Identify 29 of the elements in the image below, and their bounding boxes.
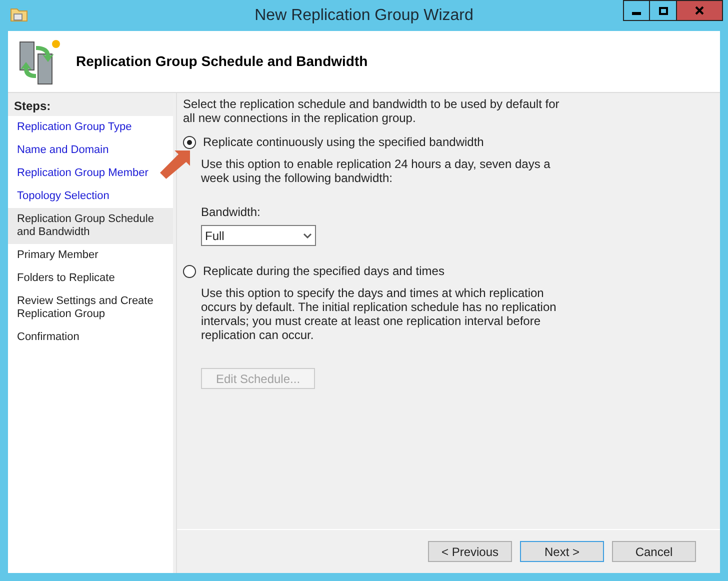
step-item: Replication Group Schedule and Bandwidth <box>8 208 173 244</box>
bandwidth-dropdown[interactable]: Full <box>201 225 316 246</box>
steps-heading: Steps: <box>8 93 173 116</box>
radio-button[interactable] <box>183 136 196 148</box>
step-item: Primary Member <box>16 248 100 263</box>
step-item: Confirmation <box>16 330 80 345</box>
step-item[interactable]: Topology Selection <box>8 185 112 208</box>
step-item[interactable]: Name and Domain <box>8 139 111 162</box>
intro-text: Select the replication schedule and bandwidth to be used by default for all new connections in the replication group. <box>183 97 560 125</box>
step-item[interactable]: Replication Group Member <box>8 162 150 185</box>
close-button[interactable] <box>677 0 723 21</box>
bandwidth-label: Bandwidth: <box>201 204 262 221</box>
wizard-button[interactable]: Next > <box>520 541 604 562</box>
close-icon <box>695 6 704 15</box>
page-title: Replication Group Schedule and Bandwidth <box>76 52 368 71</box>
option-description: Use this option to specify the days and times at which replication occurs by default. The initial replication schedule has no replication intervals; you must create at least one replication interval before replication can occur. <box>200 286 558 342</box>
chevron-down-icon <box>303 232 312 238</box>
option-label[interactable]: Replicate continuously using the specified bandwidth <box>203 133 484 151</box>
minimize-button[interactable] <box>623 0 650 21</box>
step-item[interactable]: Replication Group Type <box>8 116 134 139</box>
wizard-button[interactable]: Cancel <box>612 541 696 562</box>
step-item: Folders to Replicate <box>16 271 116 286</box>
window-title: New Replication Group Wizard <box>254 6 474 26</box>
folder-icon <box>10 6 28 22</box>
step-item: Review Settings and Create Replication Group <box>16 294 154 322</box>
radio-button[interactable] <box>183 264 196 278</box>
option-label[interactable]: Replicate during the specified days and times <box>203 262 444 280</box>
option-description: Use this option to enable replication 24 hours a day, seven days a week using the following bandwidth: <box>200 157 552 185</box>
wizard-button[interactable]: < Previous <box>428 541 512 562</box>
